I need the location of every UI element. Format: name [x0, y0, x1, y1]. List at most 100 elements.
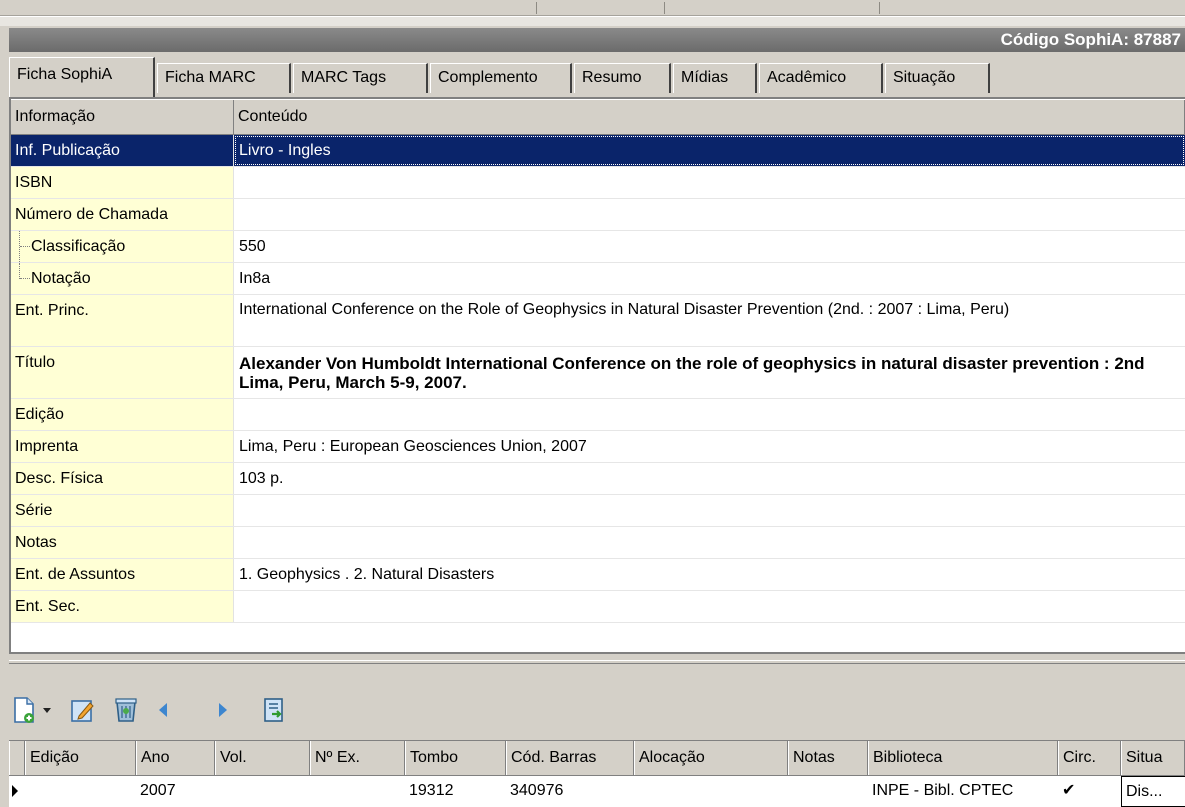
- field-value: Livro - Ingles: [234, 135, 1185, 166]
- grid-row[interactable]: Ent. de Assuntos 1. Geophysics . 2. Natu…: [11, 559, 1185, 591]
- field-value: 550: [239, 238, 266, 255]
- column-header-notas[interactable]: Notas: [788, 741, 868, 775]
- cell-edicao: [25, 776, 136, 807]
- cell-biblioteca: INPE - Bibl. CPTEC: [872, 782, 1014, 799]
- field-label-text: Notação: [31, 270, 91, 287]
- items-grid: Edição Ano Vol. Nº Ex. Tombo Cód. Barras…: [9, 740, 1185, 807]
- grid-row[interactable]: Número de Chamada: [11, 199, 1185, 231]
- dropdown-arrow-icon[interactable]: [42, 695, 52, 725]
- field-label: Notas: [11, 527, 234, 558]
- column-header-biblioteca[interactable]: Biblioteca: [868, 741, 1058, 775]
- grid-row[interactable]: Ent. Princ. International Conference on …: [11, 295, 1185, 347]
- field-value: [234, 527, 1185, 558]
- field-value: International Conference on the Role of …: [239, 301, 1010, 318]
- column-header-informacao[interactable]: Informação: [11, 100, 234, 134]
- grid-row[interactable]: Série: [11, 495, 1185, 527]
- cell-cod-barras: 340976: [510, 782, 564, 799]
- tab-complemento[interactable]: Complemento: [430, 63, 572, 93]
- field-label: Imprenta: [11, 431, 234, 462]
- field-label: Número de Chamada: [11, 199, 234, 230]
- grid-row[interactable]: Classificação 550: [11, 231, 1185, 263]
- cell-alocacao: [634, 776, 788, 807]
- field-label-child: Notação: [11, 263, 234, 294]
- field-value: [234, 199, 1185, 230]
- grid-header: Informação Conteúdo: [11, 99, 1185, 135]
- field-label: ISBN: [11, 167, 234, 198]
- cell-ano: 2007: [140, 782, 176, 799]
- items-grid-header: Edição Ano Vol. Nº Ex. Tombo Cód. Barras…: [9, 741, 1185, 776]
- grid-row[interactable]: Imprenta Lima, Peru : European Geoscienc…: [11, 431, 1185, 463]
- tab-resumo[interactable]: Resumo: [574, 63, 671, 93]
- tab-academico[interactable]: Acadêmico: [759, 63, 883, 93]
- grid-row[interactable]: Ent. Sec.: [11, 591, 1185, 623]
- cell-vol: [215, 776, 310, 807]
- grid-row[interactable]: Notas: [11, 527, 1185, 559]
- field-label: Inf. Publicação: [11, 135, 234, 166]
- column-header-alocacao[interactable]: Alocação: [634, 741, 788, 775]
- tree-connector: [19, 231, 30, 262]
- column-header-num-ex[interactable]: Nº Ex.: [310, 741, 405, 775]
- field-label-child: Classificação: [11, 231, 234, 262]
- cell-situacao[interactable]: Dis...: [1121, 776, 1185, 807]
- separator: [664, 2, 665, 14]
- cell-circ-check-icon: ✔: [1062, 782, 1076, 799]
- field-label: Edição: [11, 399, 234, 430]
- panel-edge: [0, 16, 1185, 26]
- field-label: Ent. de Assuntos: [11, 559, 234, 590]
- edit-icon[interactable]: [70, 695, 96, 725]
- column-header-tombo[interactable]: Tombo: [405, 741, 506, 775]
- next-icon[interactable]: [216, 695, 230, 725]
- items-toolbar: [12, 692, 304, 728]
- grid-row[interactable]: Inf. Publicação Livro - Ingles: [11, 135, 1185, 167]
- separator: [879, 2, 880, 14]
- column-header-cod-barras[interactable]: Cód. Barras: [506, 741, 634, 775]
- delete-icon[interactable]: [114, 695, 138, 725]
- grid-row[interactable]: Notação In8a: [11, 263, 1185, 295]
- row-indicator-header: [9, 741, 25, 775]
- table-row[interactable]: 2007 19312 340976 INPE - Bibl. CPTEC ✔ D…: [9, 776, 1185, 807]
- tree-connector: [19, 263, 30, 279]
- column-header-conteudo[interactable]: Conteúdo: [234, 100, 1185, 134]
- field-value: [234, 167, 1185, 198]
- new-document-icon[interactable]: [12, 695, 36, 725]
- column-header-situacao[interactable]: Situa: [1121, 741, 1185, 775]
- grid-row[interactable]: Título Alexander Von Humboldt Internatio…: [11, 347, 1185, 399]
- tab-strip: Ficha SophiA Ficha MARC MARC Tags Comple…: [9, 57, 1185, 97]
- tab-midias[interactable]: Mídias: [673, 63, 757, 93]
- field-value: [234, 591, 1185, 622]
- column-header-edicao[interactable]: Edição: [25, 741, 136, 775]
- column-header-vol[interactable]: Vol.: [215, 741, 310, 775]
- field-value-title: Alexander Von Humboldt International Con…: [239, 354, 1145, 392]
- tab-marc-tags[interactable]: MARC Tags: [293, 63, 428, 93]
- field-value: 1. Geophysics . 2. Natural Disasters: [239, 566, 495, 583]
- field-label: Título: [11, 347, 234, 398]
- field-label: Ent. Sec.: [11, 591, 234, 622]
- cell-num-ex: [310, 776, 405, 807]
- field-value: In8a: [239, 270, 271, 287]
- grid-row[interactable]: ISBN: [11, 167, 1185, 199]
- cell-notas: [788, 776, 868, 807]
- field-label: Série: [11, 495, 234, 526]
- splitter[interactable]: [9, 660, 1185, 664]
- column-header-ano[interactable]: Ano: [136, 741, 215, 775]
- column-header-circ[interactable]: Circ.: [1058, 741, 1121, 775]
- export-icon[interactable]: [262, 695, 286, 725]
- field-label: Ent. Princ.: [11, 295, 234, 346]
- grid-row[interactable]: Desc. Física 103 p.: [11, 463, 1185, 495]
- tab-ficha-sophia[interactable]: Ficha SophiA: [9, 57, 155, 97]
- previous-icon[interactable]: [156, 695, 170, 725]
- grid-row[interactable]: Edição: [11, 399, 1185, 431]
- cell-tombo: 19312: [409, 782, 454, 799]
- tab-situacao[interactable]: Situação: [885, 63, 990, 93]
- field-value: 103 p.: [239, 470, 284, 487]
- row-indicator-icon: [9, 776, 25, 807]
- top-toolbar-strip: [0, 0, 1185, 16]
- tab-ficha-marc[interactable]: Ficha MARC: [157, 63, 291, 93]
- record-details-grid: Informação Conteúdo Inf. Publicação Livr…: [9, 97, 1185, 654]
- field-label-text: Classificação: [31, 238, 126, 255]
- separator: [536, 2, 537, 14]
- field-value: [234, 495, 1185, 526]
- sophia-code-header: Código SophiA: 87887: [9, 28, 1185, 52]
- field-value: Lima, Peru : European Geosciences Union,…: [239, 438, 587, 455]
- field-label: Desc. Física: [11, 463, 234, 494]
